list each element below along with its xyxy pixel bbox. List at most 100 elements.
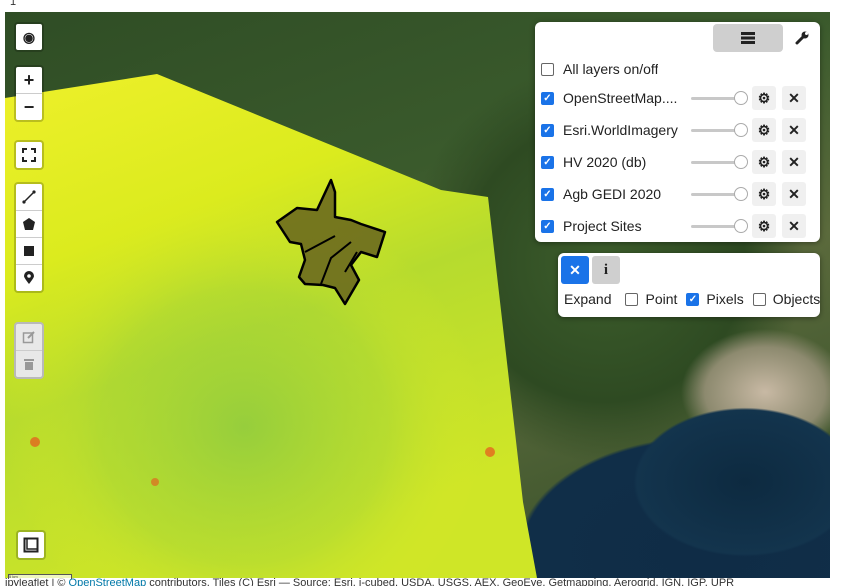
- opacity-slider[interactable]: [691, 155, 748, 169]
- basemap-control: ◉: [14, 22, 44, 52]
- attribution-text: contributors, Tiles (C) Esri — Source: E…: [146, 578, 735, 586]
- raster-hotspot: [151, 478, 159, 486]
- gear-icon: ⚙: [757, 153, 771, 170]
- edit-layers-button[interactable]: [16, 324, 42, 351]
- close-icon: ✕: [788, 185, 800, 202]
- measure-control: [16, 530, 46, 560]
- layer-label: OpenStreetMap....: [563, 90, 678, 106]
- zoom-in-button[interactable]: +: [16, 67, 42, 94]
- gear-icon: ⚙: [757, 89, 771, 106]
- layer-settings-button[interactable]: ⚙: [752, 214, 776, 238]
- rectangle-icon: [24, 246, 34, 256]
- layer-settings-button[interactable]: ⚙: [752, 86, 776, 110]
- raster-hotspot: [485, 447, 495, 457]
- draw-rectangle-button[interactable]: [16, 238, 42, 265]
- slider-thumb[interactable]: [734, 123, 748, 137]
- trash-icon: [24, 359, 34, 370]
- draw-marker-button[interactable]: [16, 265, 42, 291]
- layer-checkbox[interactable]: ✓: [541, 91, 554, 105]
- layer-settings-button[interactable]: ⚙: [752, 118, 776, 142]
- layer-remove-button[interactable]: ✕: [782, 150, 806, 174]
- objects-label: Objects: [772, 291, 821, 307]
- zoom-control: + −: [14, 65, 44, 122]
- opacity-slider[interactable]: [691, 219, 748, 233]
- layers-panel: All layers on/off ✓ OpenStreetMap.... ⚙ …: [535, 22, 820, 242]
- close-icon: ✕: [788, 89, 800, 106]
- layer-remove-button[interactable]: ✕: [782, 182, 806, 206]
- objects-checkbox[interactable]: [752, 292, 766, 306]
- draw-polyline-button[interactable]: [16, 184, 42, 211]
- map-attribution: ipyleaflet | © OpenStreetMap contributor…: [5, 578, 830, 586]
- point-checkbox[interactable]: [625, 292, 639, 306]
- opacity-slider[interactable]: [691, 187, 748, 201]
- edit-toolbar: [14, 322, 44, 379]
- inspector-options: Expand Point ✓ Pixels Objects: [564, 291, 820, 307]
- layer-checkbox[interactable]: ✓: [541, 187, 554, 201]
- all-layers-row: All layers on/off: [541, 57, 814, 81]
- hv-raster-texture: [5, 74, 537, 578]
- layer-label: Project Sites: [563, 218, 642, 234]
- fullscreen-button[interactable]: [16, 142, 42, 168]
- layer-settings-button[interactable]: ⚙: [752, 182, 776, 206]
- layer-remove-button[interactable]: ✕: [782, 214, 806, 238]
- globe-icon: ◉: [22, 28, 36, 45]
- layers-icon: [741, 32, 755, 44]
- point-label: Point: [645, 291, 678, 307]
- draw-toolbar: [14, 182, 44, 293]
- fullscreen-icon: [22, 148, 36, 162]
- layers-tab[interactable]: [713, 24, 783, 52]
- layer-settings-button[interactable]: ⚙: [752, 150, 776, 174]
- layer-label: Esri.WorldImagery: [563, 122, 678, 138]
- corner-number: 1: [10, 0, 17, 8]
- opacity-slider[interactable]: [691, 123, 748, 137]
- zoom-out-button[interactable]: −: [16, 94, 42, 120]
- raster-hotspot: [30, 437, 40, 447]
- layer-remove-button[interactable]: ✕: [782, 118, 806, 142]
- layer-row-project-sites: ✓ Project Sites ⚙ ✕: [541, 214, 814, 238]
- pixels-label: Pixels: [706, 291, 744, 307]
- slider-thumb[interactable]: [734, 155, 748, 169]
- polygon-icon: [23, 218, 35, 230]
- all-layers-checkbox[interactable]: [541, 62, 554, 76]
- layer-checkbox[interactable]: ✓: [541, 219, 554, 233]
- layer-row-esri: ✓ Esri.WorldImagery ⚙ ✕: [541, 118, 814, 142]
- basemap-button[interactable]: ◉: [16, 24, 42, 50]
- expand-label: Expand: [564, 291, 612, 307]
- measure-button[interactable]: [18, 532, 44, 558]
- inspector-panel: ✕ i Expand Point ✓ Pixels Objects: [558, 253, 820, 317]
- delete-layers-button[interactable]: [16, 351, 42, 377]
- opacity-slider[interactable]: [691, 91, 748, 105]
- close-icon: ✕: [788, 217, 800, 234]
- fullscreen-control: [14, 140, 44, 170]
- close-icon: ✕: [788, 153, 800, 170]
- layer-label: Agb GEDI 2020: [563, 186, 662, 202]
- edit-icon: [22, 331, 35, 344]
- settings-tab[interactable]: [787, 24, 817, 52]
- slider-thumb[interactable]: [734, 219, 748, 233]
- slider-thumb[interactable]: [734, 91, 748, 105]
- inspector-info-button[interactable]: i: [592, 256, 620, 284]
- inspector-close-button[interactable]: ✕: [561, 256, 589, 284]
- close-icon: ✕: [788, 121, 800, 138]
- draw-polygon-button[interactable]: [16, 211, 42, 238]
- scale-bar: 5 km: [8, 574, 72, 579]
- attribution-prefix: ipyleaflet | ©: [5, 578, 69, 586]
- layer-row-agb: ✓ Agb GEDI 2020 ⚙ ✕: [541, 182, 814, 206]
- ruler-icon: [23, 537, 39, 553]
- gear-icon: ⚙: [757, 185, 771, 202]
- pixels-checkbox[interactable]: ✓: [686, 292, 700, 306]
- layer-row-osm: ✓ OpenStreetMap.... ⚙ ✕: [541, 86, 814, 110]
- layer-remove-button[interactable]: ✕: [782, 86, 806, 110]
- layer-row-hv: ✓ HV 2020 (db) ⚙ ✕: [541, 150, 814, 174]
- layer-label: HV 2020 (db): [563, 154, 647, 170]
- osm-link[interactable]: OpenStreetMap: [69, 578, 147, 586]
- all-layers-label: All layers on/off: [563, 61, 659, 77]
- layer-checkbox[interactable]: ✓: [541, 155, 554, 169]
- polyline-icon: [22, 190, 36, 204]
- gear-icon: ⚙: [757, 121, 771, 138]
- layer-checkbox[interactable]: ✓: [541, 123, 554, 137]
- wrench-icon: [795, 31, 809, 45]
- gear-icon: ⚙: [757, 217, 771, 234]
- slider-thumb[interactable]: [734, 187, 748, 201]
- marker-icon: [24, 271, 34, 284]
